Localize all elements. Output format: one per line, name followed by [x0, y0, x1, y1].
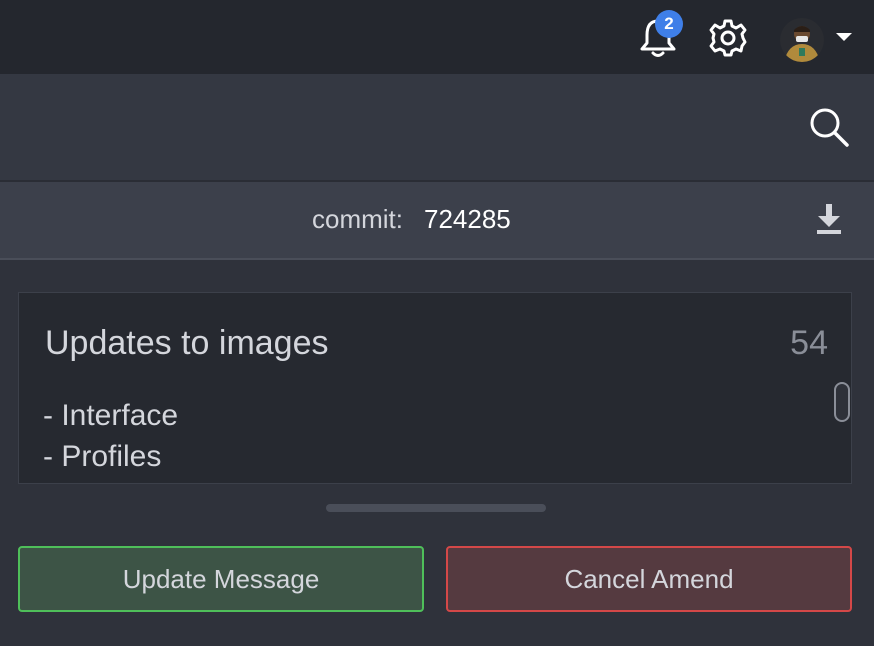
profile-menu-toggle[interactable] [834, 30, 854, 44]
summary-char-count: 54 [790, 324, 828, 362]
avatar[interactable] [780, 18, 824, 62]
download-icon [817, 204, 841, 234]
search-icon [810, 108, 849, 147]
commit-body-line[interactable]: - Interface [43, 396, 178, 436]
commit-sha[interactable]: 724285 [424, 202, 511, 236]
cancel-amend-button[interactable]: Cancel Amend [446, 546, 852, 612]
commit-label: commit: [312, 204, 403, 234]
notification-count-badge: 2 [655, 10, 683, 38]
message-scrollbar[interactable] [834, 382, 850, 422]
editor-resize-handle[interactable] [326, 504, 546, 512]
download-button[interactable] [812, 200, 846, 236]
update-message-button[interactable]: Update Message [18, 546, 424, 612]
caret-down-icon [836, 33, 852, 41]
commit-summary[interactable]: Updates to images [45, 322, 329, 364]
gear-icon [709, 19, 747, 57]
search-bar [0, 74, 874, 180]
commit-body-line[interactable]: - Profiles [43, 437, 161, 477]
search-button[interactable] [808, 106, 850, 148]
settings-button[interactable] [708, 18, 748, 58]
